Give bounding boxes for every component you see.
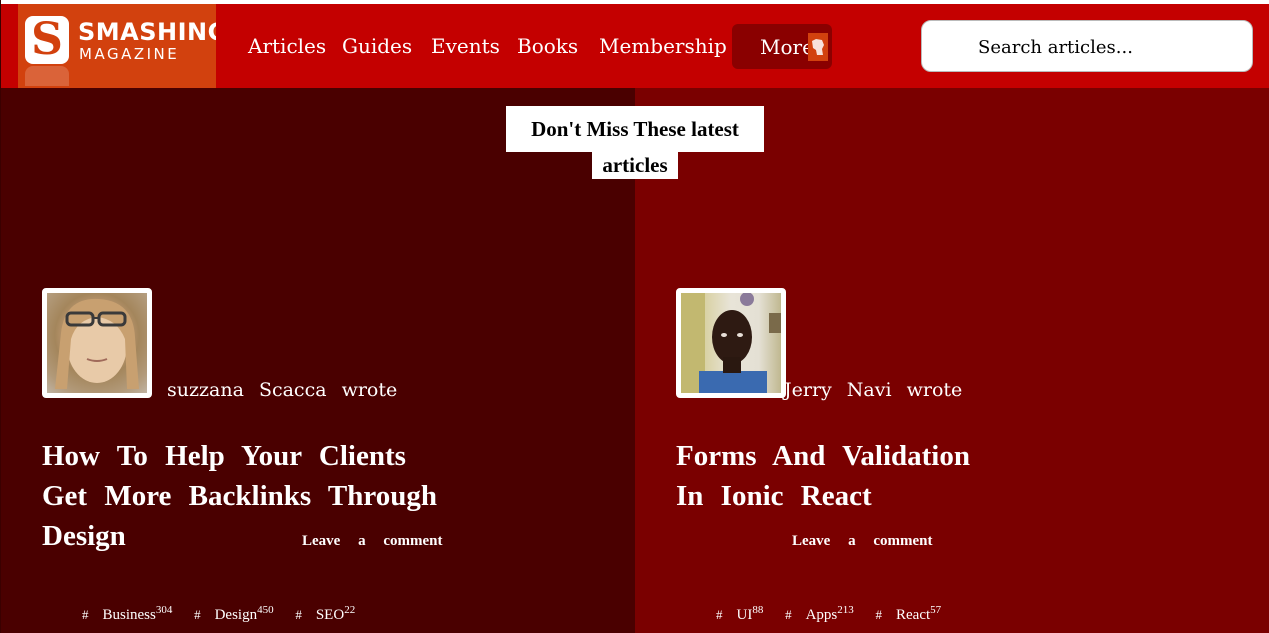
nav-item-articles[interactable]: Articles [248, 34, 326, 58]
search-input[interactable] [976, 31, 1240, 63]
nav-item-events[interactable]: Events [431, 34, 500, 58]
tag-seo[interactable]: # SEO22 [295, 598, 355, 627]
more-label: More [760, 35, 814, 59]
tag-list-2: # UI88 # Apps213 # React57 [716, 598, 959, 627]
tag-name: UI [736, 607, 753, 623]
search-box [921, 20, 1253, 72]
promo-heading-line1: Don't Miss These latest [506, 106, 764, 152]
tag-count: 57 [930, 604, 942, 616]
article-title-2[interactable]: Forms And Validation In Ionic React [676, 436, 976, 516]
promo-heading-line2: articles [592, 152, 678, 179]
nav-item-books[interactable]: Books [517, 34, 578, 58]
tag-count: 213 [837, 604, 854, 616]
author-avatar[interactable] [676, 288, 786, 398]
hash-icon: # [875, 607, 883, 622]
page: S SMASHING MAGAZINE Articles Guides Even… [0, 0, 1269, 633]
tag-apps[interactable]: # Apps213 [785, 598, 854, 627]
tag-name: Business [102, 607, 156, 623]
leave-comment-link-2[interactable]: Leave a comment [792, 532, 932, 550]
author-photo-1 [55, 298, 139, 389]
tag-count: 22 [344, 604, 356, 616]
tag-count: 450 [257, 604, 274, 616]
hash-icon: # [82, 607, 89, 622]
cat-mascot-icon [808, 33, 828, 61]
logo-s-icon: S [25, 16, 69, 64]
site-logo[interactable]: S SMASHING MAGAZINE [18, 4, 216, 88]
tag-design[interactable]: # Design450 [194, 598, 274, 627]
leave-comment-link-1[interactable]: Leave a comment [302, 532, 442, 550]
tag-name: Design [214, 607, 258, 623]
more-button[interactable]: More [732, 24, 832, 69]
search-icon [944, 35, 964, 55]
logo-wordmark-bottom: MAGAZINE [79, 45, 180, 63]
tag-list-1: # Business304 # Design450 # SEO22 [82, 598, 373, 627]
tag-name: Apps [805, 607, 838, 623]
author-photo-2 [681, 293, 781, 393]
author-byline-1: suzzana Scacca wrote [167, 379, 398, 401]
site-header: S SMASHING MAGAZINE Articles Guides Even… [1, 4, 1269, 88]
tag-count: 88 [752, 604, 764, 616]
logo-reflection [25, 66, 69, 86]
promo-heading: Don't Miss These latest articles [506, 106, 764, 179]
tag-count: 304 [155, 604, 173, 616]
logo-wordmark-top: SMASHING [78, 18, 216, 46]
tag-name: React [896, 607, 931, 623]
tag-business[interactable]: # Business304 [82, 598, 172, 627]
tag-name: SEO [315, 607, 345, 623]
author-byline-2: Jerry Navi wrote [784, 379, 963, 401]
nav-item-membership[interactable]: Membership [599, 34, 727, 58]
hash-icon: # [785, 607, 792, 622]
author-avatar[interactable] [42, 288, 152, 398]
nav-item-guides[interactable]: Guides [342, 34, 412, 58]
tag-ui[interactable]: # UI88 [716, 598, 763, 627]
hash-icon: # [295, 607, 302, 622]
hash-icon: # [716, 607, 723, 622]
hash-icon: # [194, 607, 201, 622]
tag-react[interactable]: # React57 [876, 598, 942, 627]
